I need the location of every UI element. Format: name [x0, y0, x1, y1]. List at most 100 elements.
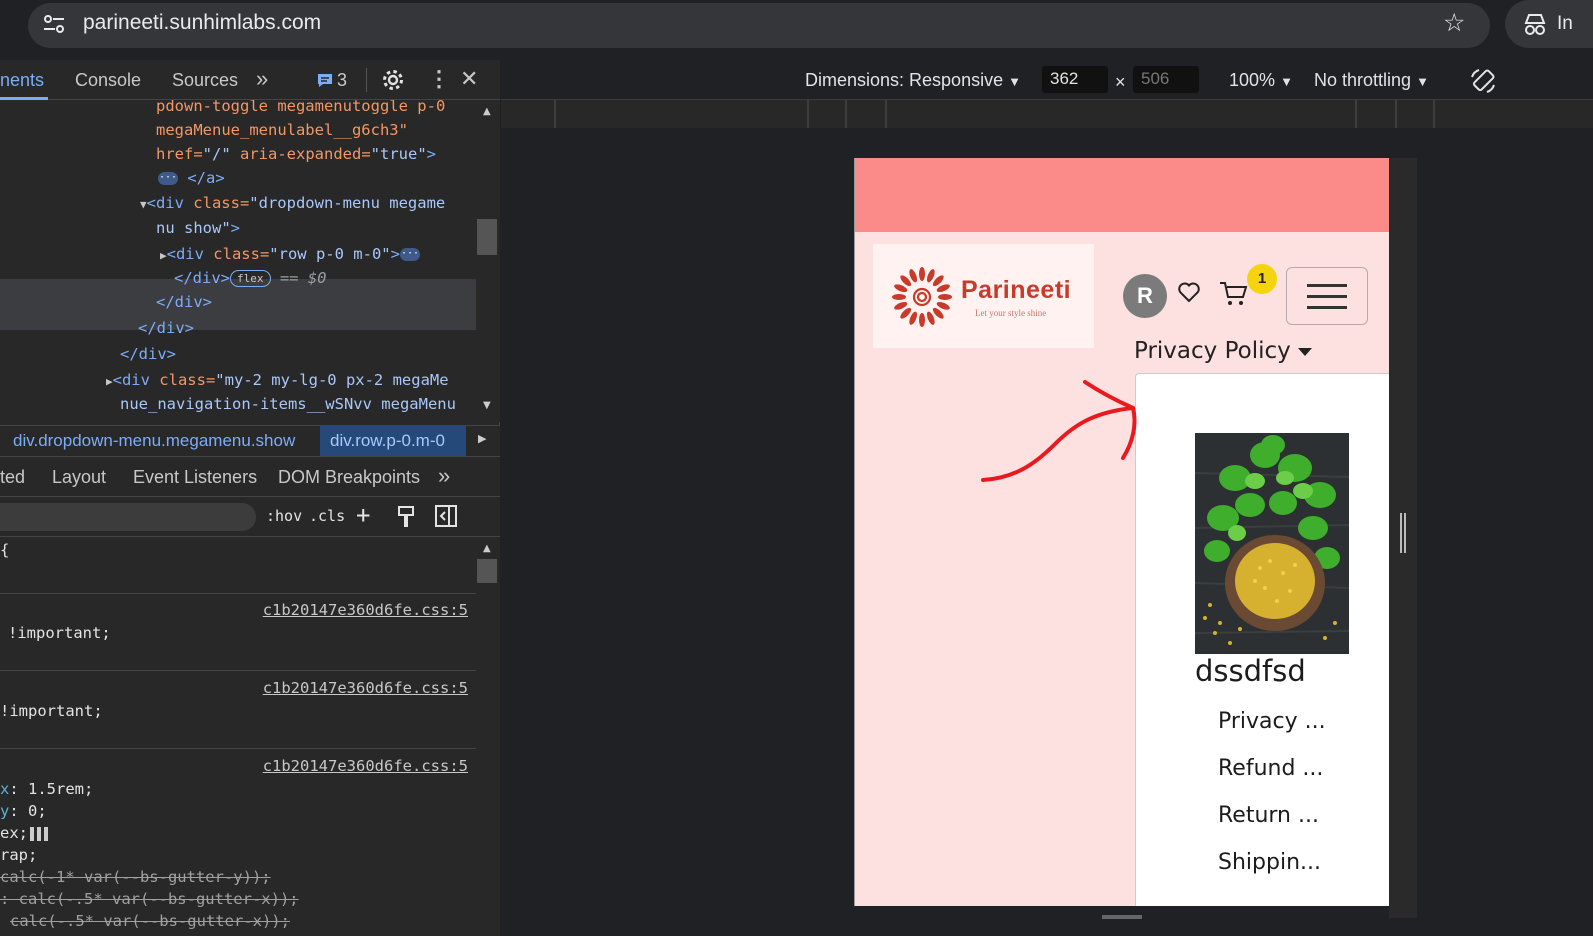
dimension-times: × — [1115, 72, 1126, 92]
code-line[interactable]: </div> — [120, 342, 176, 366]
ruler-mark — [885, 100, 887, 128]
expand-triangle-icon: ▼ — [140, 198, 147, 211]
breadcrumb-item-active[interactable]: div.row.p-0.m-0 — [320, 426, 466, 456]
tab-dom-breakpoints[interactable]: DOM Breakpoints — [278, 467, 420, 488]
devtools-panel: nents Console Sources » 3 ⋮ ✕ pdown-togg… — [0, 60, 500, 936]
tab-event-listeners[interactable]: Event Listeners — [133, 467, 257, 488]
breadcrumb-scroll-icon[interactable]: ▶ — [478, 432, 486, 445]
class-toggle-button[interactable]: .cls — [309, 507, 345, 525]
scrollbar-thumb — [477, 559, 497, 583]
hover-state-button[interactable]: :hov — [266, 507, 302, 525]
tab-layout[interactable]: Layout — [52, 467, 106, 488]
width-input[interactable]: 362 — [1042, 66, 1108, 93]
more-subtabs-icon[interactable]: » — [438, 463, 450, 489]
scrollbar-thumb[interactable] — [477, 219, 497, 255]
product-name[interactable]: dssdfsd — [1195, 654, 1306, 688]
more-options-icon[interactable]: ⋮ — [428, 66, 450, 92]
shopping-cart-icon[interactable] — [1219, 280, 1249, 308]
elements-scrollbar[interactable]: ▲ ▼ — [476, 100, 500, 422]
bottom-resize-handle[interactable] — [1102, 915, 1142, 919]
flex-editor-icon — [30, 826, 48, 841]
styles-subtabs: ted Layout Event Listeners DOM Breakpoin… — [0, 457, 500, 497]
url-text[interactable]: parineeti.sunhimlabs.com — [83, 11, 321, 35]
styles-scrollbar[interactable]: ▲ — [476, 537, 500, 936]
height-input[interactable]: 506 — [1133, 66, 1199, 93]
style-declaration[interactable]: !important; — [8, 622, 111, 644]
code-line[interactable]: </div> — [156, 290, 212, 314]
menu-link-privacy[interactable]: Privacy ... — [1218, 709, 1326, 734]
site-logo[interactable]: Parineeti Let your style shine — [873, 244, 1094, 348]
emulated-viewport: Parineeti Let your style shine R 1 Priva… — [854, 158, 1389, 906]
devtools-tabbar: nents Console Sources » 3 ⋮ ✕ — [0, 60, 500, 100]
code-line[interactable]: href="/" aria-expanded="true"> — [156, 142, 436, 166]
user-avatar[interactable]: R — [1123, 274, 1167, 318]
paint-brush-icon[interactable] — [397, 505, 415, 529]
tab-elements[interactable]: nents — [0, 70, 44, 91]
sunburst-logo-icon — [892, 267, 952, 327]
dimensions-select[interactable]: Dimensions: Responsive ▼ — [805, 70, 1021, 91]
issues-count[interactable]: 3 — [337, 70, 347, 91]
style-declaration[interactable]: rap; — [0, 844, 37, 866]
browser-topbar: parineeti.sunhimlabs.com ☆ In — [0, 0, 1593, 50]
tab-sources[interactable]: Sources — [172, 70, 238, 91]
code-line[interactable]: nue_navigation-items__wSNvv megaMenu — [120, 392, 456, 416]
style-declaration-overridden[interactable]: calc(-1* var(--bs-gutter-y)); — [0, 866, 271, 888]
ruler-mark — [845, 100, 847, 128]
tab-computed[interactable]: ted — [0, 467, 25, 488]
ellipsis-badge: ··· — [399, 248, 420, 261]
style-declaration[interactable]: !important; — [0, 700, 103, 722]
product-image[interactable] — [1195, 433, 1349, 654]
breadcrumb-item[interactable]: div.dropdown-menu.megamenu.show — [13, 431, 295, 451]
more-tabs-icon[interactable]: » — [256, 66, 268, 92]
style-declaration[interactable]: ex; — [0, 822, 48, 844]
style-declaration[interactable]: y: 0; — [0, 800, 47, 822]
fenugreek-image-icon — [1195, 433, 1349, 654]
bookmark-star-icon[interactable]: ☆ — [1443, 8, 1465, 37]
style-source-link[interactable]: c1b20147e360d6fe.css:5 — [263, 757, 468, 775]
menu-link-refund[interactable]: Refund ... — [1218, 756, 1323, 781]
style-declaration[interactable]: x: 1.5rem; — [0, 778, 93, 800]
style-source-link[interactable]: c1b20147e360d6fe.css:5 — [263, 601, 468, 619]
site-info-icon[interactable] — [42, 13, 66, 35]
styles-filter-input[interactable] — [0, 503, 256, 531]
scroll-up-icon: ▲ — [483, 106, 491, 117]
scroll-down-icon: ▼ — [483, 400, 491, 411]
close-devtools-icon[interactable]: ✕ — [460, 66, 478, 92]
ruler-mark — [807, 100, 809, 128]
toggle-sidebar-icon[interactable] — [435, 505, 457, 527]
media-query-ruler[interactable] — [501, 100, 1593, 128]
menu-link-return[interactable]: Return ... — [1218, 803, 1319, 828]
throttling-select[interactable]: No throttling ▼ — [1314, 70, 1429, 91]
code-line[interactable]: ▶<div class="my-2 my-lg-0 px-2 megaMe — [106, 368, 449, 392]
resize-handle-icon[interactable] — [1399, 513, 1407, 553]
code-line[interactable]: ▶<div class="row p-0 m-0">··· — [160, 242, 420, 266]
collapse-triangle-icon: ▶ — [106, 375, 113, 388]
hamburger-menu-button[interactable] — [1286, 267, 1368, 325]
style-source-link[interactable]: c1b20147e360d6fe.css:5 — [263, 679, 468, 697]
zoom-select[interactable]: 100% ▼ — [1229, 70, 1293, 91]
rotate-device-icon[interactable] — [1469, 67, 1497, 95]
settings-gear-icon[interactable] — [381, 68, 405, 92]
code-line[interactable]: ··· </a> — [158, 166, 225, 190]
code-line[interactable]: nu show"> — [156, 216, 240, 240]
collapse-triangle-icon: ▶ — [160, 249, 167, 262]
rule-divider — [0, 593, 476, 594]
rule-divider — [0, 670, 476, 671]
add-rule-icon[interactable]: + — [356, 501, 370, 529]
menu-link-shipping[interactable]: Shippin... — [1218, 850, 1321, 875]
code-line: megaMenue_menulabel__g6ch3" — [156, 121, 408, 139]
privacy-policy-dropdown-toggle[interactable]: Privacy Policy — [1134, 338, 1291, 364]
top-banner — [855, 158, 1389, 232]
code-line[interactable]: ▼<div class="dropdown-menu megame — [140, 191, 445, 215]
code-line[interactable]: </div> flex == $0 — [174, 266, 327, 290]
style-declaration-overridden[interactable]: : calc(-.5* var(--bs-gutter-x)); — [0, 888, 299, 910]
issues-icon[interactable] — [317, 73, 333, 88]
style-declaration-overridden[interactable]: calc(-.5* var(--bs-gutter-x)); — [10, 910, 290, 932]
code-line[interactable]: </div> — [138, 316, 194, 340]
dropdown-caret-icon: ▼ — [1280, 74, 1293, 89]
ruler-mark — [1395, 100, 1397, 128]
wishlist-heart-icon[interactable] — [1177, 280, 1201, 304]
tab-console[interactable]: Console — [75, 70, 141, 91]
profile-chip[interactable] — [1505, 0, 1593, 48]
incognito-icon — [1524, 14, 1546, 35]
